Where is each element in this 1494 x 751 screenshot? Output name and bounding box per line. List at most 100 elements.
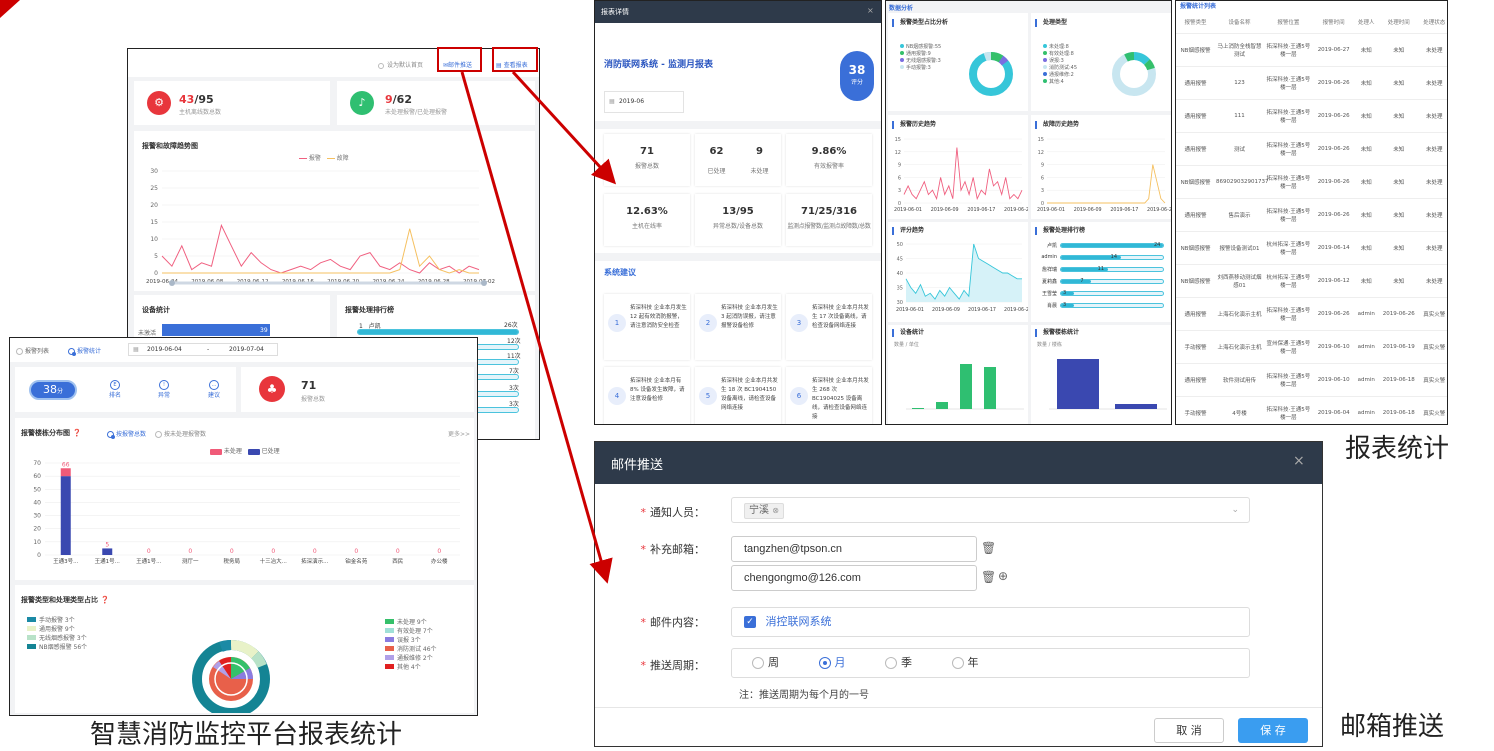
rank-button-label: 排名	[109, 392, 122, 399]
trend-chart-card: 报警和故障趋势图 报警 故障 3025201510502019-06-04201…	[134, 131, 535, 291]
table-cell: NB烟感报警	[1176, 264, 1216, 298]
rank-name: 卢凯	[1046, 243, 1057, 249]
notify-select[interactable]: 宁溪 ⊗ ⌄	[731, 497, 1250, 523]
handle-rank-card: 报警处理排行榜 卢凯 24 admin 14 詹祥瑞 11 夏莉鑫 7 王雪莹 3 肖晨 3	[1031, 222, 1171, 322]
mail-close-icon[interactable]: ×	[1293, 453, 1305, 469]
advice-card: 3 拓深科技 企业本月共发生 17 次设备离线，请检查设备网络连接	[786, 294, 872, 360]
table-row[interactable]: 通用报警 软件测试用传 拓深科技·王通5号楼二层 2019-06-10 admin 201…	[1176, 363, 1447, 397]
report-close-icon[interactable]: ×	[867, 6, 874, 15]
table-cell: 上海石化演示主机	[1215, 330, 1264, 364]
advice-button[interactable]: … 建议	[208, 380, 220, 399]
dist-opt-unhandled-label: 按未处理报警数	[164, 431, 207, 438]
save-button[interactable]: 保 存	[1238, 718, 1308, 743]
cycle-year-radio[interactable]: 年	[951, 656, 1015, 669]
report-detail-window: 报表详情 × 消防联网系统 - 监测月报表 38 评分 ▦ 2019-06 71 报警…	[594, 0, 882, 425]
y-tick-label: 40	[897, 271, 903, 277]
tab-alarm-list[interactable]: 报警列表	[16, 346, 49, 355]
email-field-2[interactable]: chengongmo@126.com	[731, 565, 977, 591]
tab-alarm-stats[interactable]: 报警统计	[68, 346, 101, 356]
trend-series-line	[161, 223, 480, 274]
table-row[interactable]: NB烟感报警 869029032901737 拓深科技·王通5号楼一层 2019-06…	[1176, 165, 1447, 199]
cycle-year-label: 年	[967, 656, 979, 669]
p5-title: 评分趋势	[892, 227, 924, 235]
table-cell: 2019-06-10	[1312, 330, 1355, 364]
cycle-week-radio[interactable]: 周	[752, 656, 815, 669]
abnormal-button[interactable]: ! 异常	[158, 380, 170, 399]
pie-card: 报警类型和处理类型占比 ❓ 手动报警 3个 通用报警 9个 无线烟感报警 3个 …	[15, 585, 474, 713]
view-report-highlight	[492, 47, 538, 72]
bar-unhandled[interactable]	[60, 468, 71, 477]
tag-close-icon[interactable]: ⊗	[772, 506, 779, 515]
zoom-handle-left[interactable]	[169, 280, 175, 286]
dist-title-wrap: 报警楼栋分布图 ❓	[21, 428, 81, 438]
more-link[interactable]: 更多>>	[448, 429, 470, 438]
date-range-picker[interactable]: ▦ 2019-06-04 - 2019-07-04	[128, 343, 278, 356]
table-cell: 2019-06-12	[1312, 264, 1355, 298]
bar-handled[interactable]	[60, 476, 71, 555]
table-cell: 未处理	[1419, 99, 1447, 133]
host-sub: 主机离线数总数	[179, 109, 222, 116]
alarm-type-donut	[192, 640, 270, 713]
table-cell: 未处理	[1419, 198, 1447, 232]
bar-handled[interactable]	[102, 548, 113, 555]
trend-title: 报警和故障趋势图	[142, 142, 198, 150]
p2-title: 处理类型	[1035, 19, 1067, 27]
mail-titlebar: 邮件推送 ×	[595, 442, 1322, 484]
table-row[interactable]: NB烟感报警 刘西燕移动测试烟感01 杭州拓深·王通5号楼一层 2019-06-12 未…	[1176, 264, 1447, 298]
notify-tag[interactable]: 宁溪 ⊗	[744, 503, 784, 519]
pie-leg-r2: 有效处理 7个	[397, 628, 433, 635]
x-tick-label: 2019-06-09	[1074, 207, 1102, 213]
table-cell: 未知	[1377, 66, 1420, 100]
table-row[interactable]: 通用报警 111 拓深科技·王通5号楼一层 2019-06-26 未知 未知 未处理	[1176, 99, 1447, 133]
table-row[interactable]: NB烟感报警 报警设备测试01 杭州拓深·王通5号楼一层 2019-06-14 未知 未知…	[1176, 231, 1447, 265]
check-icon[interactable]: ✓	[744, 616, 756, 628]
content-option-label[interactable]: 消控联网系统	[766, 615, 832, 628]
dist-opt-unhandled[interactable]: 按未处理报警数	[155, 429, 206, 438]
y-tick-label: 6	[898, 175, 901, 181]
p4-title: 故障历史趋势	[1035, 121, 1079, 129]
table-cell: 真实火警	[1419, 297, 1447, 331]
delete-icon[interactable]: 🗑	[981, 541, 996, 555]
table-cell: 2019-06-18	[1377, 363, 1420, 397]
extra-email-label-text: 补充邮箱：	[650, 543, 705, 556]
device-title: 设备统计	[142, 306, 170, 314]
add-circle-icon[interactable]: ⊕	[998, 569, 1008, 583]
cycle-quarter-radio[interactable]: 季	[885, 656, 948, 669]
cancel-button[interactable]: 取 消	[1154, 718, 1224, 743]
report-month-picker[interactable]: ▦ 2019-06	[604, 91, 684, 113]
score-value: 38	[42, 383, 57, 396]
x-tick-label: 2019-06-01	[1037, 207, 1065, 213]
bar-data-label: 0	[354, 548, 358, 555]
table-row[interactable]: 通用报警 上海石化演示主机 拓深科技·王通5号楼一层 2019-06-26 admin 2…	[1176, 297, 1447, 331]
rank-icon: E	[110, 380, 120, 390]
stat-value: 71/25/316	[800, 206, 857, 217]
score-badge: 38分	[29, 380, 77, 400]
analysis-device-card: 设备统计 数量 / 单位	[888, 325, 1028, 424]
y-tick-label: 0	[898, 201, 901, 207]
table-row[interactable]: 通用报警 售后演示 拓深科技·王通5号楼一层 2019-06-26 未知 未知 未处理	[1176, 198, 1447, 232]
table-row[interactable]: NB烟感报警 马上消防全栈智慧测试 拓深科技·王通5号楼一层 2019-06-27 未知…	[1176, 33, 1447, 67]
alarm-history-card: 报警历史趋势 15 12 9 6 3 0 2019-06-01 2019-06-09 2019-…	[888, 115, 1028, 219]
table-row[interactable]: 手动报警 上海石化演示主机 宣州保通·王通5号楼一层 2019-06-10 admin 2…	[1176, 330, 1447, 364]
x-category-label: 办公楼	[431, 557, 448, 565]
default-home-checkbox[interactable]: 设为默认首页	[378, 60, 423, 69]
email-field-1[interactable]: tangzhen@tpson.cn	[731, 536, 977, 562]
stat-handled-unhandled: 62 已处理 9 未处理	[695, 134, 781, 186]
legend-unhandled-swatch	[210, 448, 222, 455]
rank-name: 詹祥瑞	[1041, 267, 1057, 273]
dist-opt-total[interactable]: 按报警总数	[107, 429, 146, 439]
rank-button[interactable]: E 排名	[109, 380, 121, 399]
x-category-label: 铂金名苑	[345, 557, 368, 565]
zoom-handle-right[interactable]	[481, 280, 487, 286]
advice-text: 拓深科技 企业本月发生 3 起消防误报，请注意报警设备检修	[721, 305, 778, 329]
cycle-month-radio[interactable]: 月	[818, 656, 882, 669]
content-label-text: 邮件内容：	[650, 616, 705, 629]
report-month: 2019-06	[619, 98, 645, 105]
table-cell: 通用报警	[1176, 132, 1216, 166]
table-row[interactable]: 手动报警 4号楼 拓深科技·王通5号楼一层 2019-06-04 admin 2019-0…	[1176, 396, 1447, 424]
delete-icon[interactable]: 🗑	[981, 570, 996, 584]
x-tick-label: 2019-06-17	[967, 207, 995, 213]
table-row[interactable]: 通用报警 123 拓深科技·王通5号楼一层 2019-06-26 未知 未知 未处理	[1176, 66, 1447, 100]
p6-title: 报警处理排行榜	[1035, 227, 1085, 235]
table-row[interactable]: 通用报警 测试 拓深科技·王通5号楼一层 2019-06-26 未知 未知 未处理	[1176, 132, 1447, 166]
